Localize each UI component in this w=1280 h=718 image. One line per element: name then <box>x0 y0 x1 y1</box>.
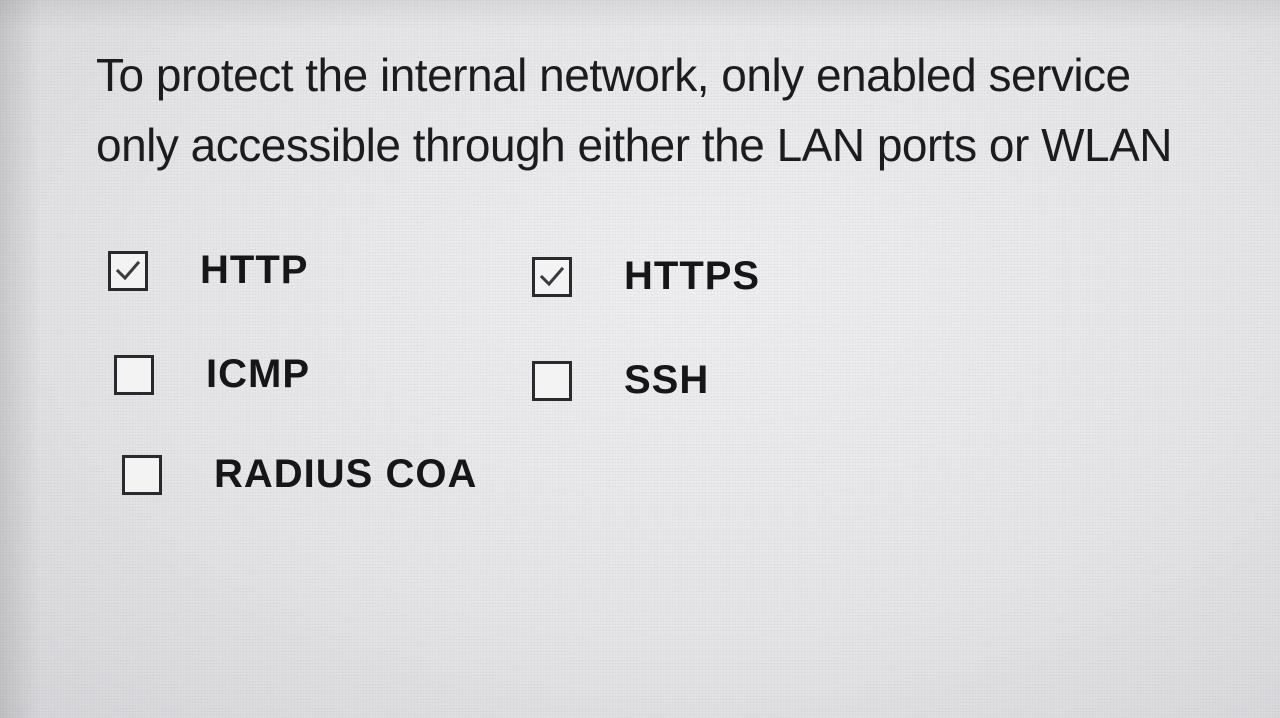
radius-coa-checkbox[interactable] <box>122 454 162 495</box>
radius-coa-label: RADIUS COA <box>214 452 478 496</box>
http-label: HTTP <box>200 248 309 292</box>
service-options: HTTP HTTPS ICMP SSH RADIUS COA <box>0 0 1280 718</box>
checkmark-icon <box>539 266 565 286</box>
ssh-checkbox[interactable] <box>532 360 572 401</box>
ssh-label: SSH <box>624 358 710 402</box>
service-option-http[interactable]: HTTP <box>108 248 308 293</box>
checkmark-icon <box>115 260 141 280</box>
https-checkbox[interactable] <box>532 256 572 297</box>
service-option-radius-coa[interactable]: RADIUS COA <box>122 452 477 497</box>
service-option-ssh[interactable]: SSH <box>532 358 709 403</box>
service-option-icmp[interactable]: ICMP <box>114 352 310 397</box>
service-option-https[interactable]: HTTPS <box>532 254 760 299</box>
icmp-checkbox[interactable] <box>114 354 154 395</box>
icmp-label: ICMP <box>206 352 310 396</box>
https-label: HTTPS <box>624 254 761 298</box>
http-checkbox[interactable] <box>108 250 148 291</box>
